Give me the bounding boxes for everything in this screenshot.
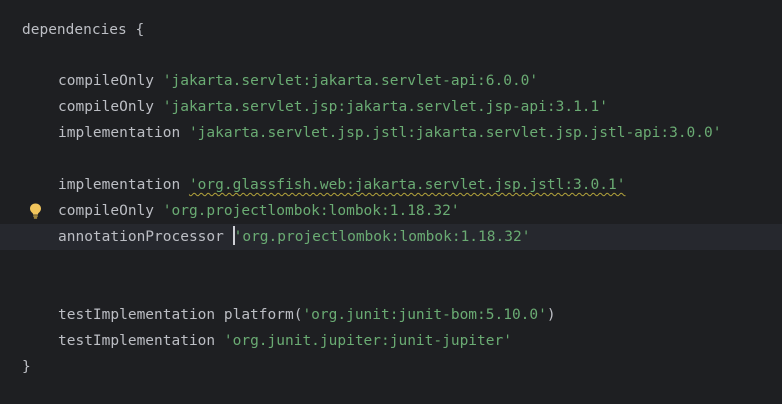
code-line-annotation-processor[interactable]: annotationProcessor 'org.projectlombok:l… — [0, 224, 782, 250]
code-text: implementation 'jakarta.servlet.jsp.jstl… — [58, 120, 721, 146]
code-line-test-platform[interactable]: testImplementation platform('org.junit:j… — [0, 302, 782, 328]
dependency-string: 'org.projectlombok:lombok:1.18.32' — [233, 229, 531, 245]
code-text: } — [22, 354, 31, 380]
close-brace: } — [22, 359, 31, 375]
code-text: dependencies { — [22, 17, 144, 43]
code-line-test-jupiter[interactable]: testImplementation 'org.junit.jupiter:ju… — [0, 328, 782, 354]
code-line-impl-jstl-api[interactable]: implementation 'jakarta.servlet.jsp.jstl… — [0, 120, 782, 146]
code-editor[interactable]: dependencies { compileOnly 'jakarta.serv… — [0, 0, 782, 404]
code-text: compileOnly 'jakarta.servlet.jsp:jakarta… — [58, 94, 608, 120]
code-text: annotationProcessor 'org.projectlombok:l… — [58, 224, 530, 250]
open-brace: { — [126, 22, 145, 38]
code-line-dependencies-close[interactable]: } — [0, 354, 782, 380]
method-name: testImplementation platform( — [58, 307, 303, 323]
code-line-compile-lombok[interactable]: compileOnly 'org.projectlombok:lombok:1.… — [0, 198, 782, 224]
code-line-dependencies-open[interactable]: dependencies { — [0, 17, 782, 43]
dependency-string: 'org.junit:junit-bom:5.10.0' — [302, 307, 547, 323]
code-text: implementation 'org.glassfish.web:jakart… — [58, 172, 625, 198]
code-text: testImplementation platform('org.junit:j… — [58, 302, 556, 328]
method-name: compileOnly — [58, 203, 163, 219]
code-text: testImplementation 'org.junit.jupiter:ju… — [58, 328, 512, 354]
close-paren: ) — [546, 307, 556, 323]
code-line-compile-jsp[interactable]: compileOnly 'jakarta.servlet.jsp:jakarta… — [0, 94, 782, 120]
code-text: compileOnly 'org.projectlombok:lombok:1.… — [58, 198, 460, 224]
method-name: annotationProcessor — [58, 229, 233, 245]
dependency-string: 'jakarta.servlet.jsp:jakarta.servlet.jsp… — [162, 99, 608, 115]
method-name: testImplementation — [58, 333, 224, 349]
dependency-string: 'jakarta.servlet:jakarta.servlet-api:6.0… — [162, 73, 539, 89]
method-name: implementation — [58, 125, 189, 141]
dependency-string-warning[interactable]: 'org.glassfish.web:jakarta.servlet.jsp.j… — [189, 177, 626, 193]
code-line-impl-glassfish[interactable]: implementation 'org.glassfish.web:jakart… — [0, 172, 782, 198]
dependency-string: 'jakarta.servlet.jsp.jstl:jakarta.servle… — [188, 125, 722, 141]
dependency-string: 'org.junit.jupiter:junit-jupiter' — [223, 333, 512, 349]
dependency-string: 'org.projectlombok:lombok:1.18.32' — [162, 203, 460, 219]
code-text: compileOnly 'jakarta.servlet:jakarta.ser… — [58, 68, 538, 94]
dependencies-keyword: dependencies — [22, 22, 127, 38]
method-name: compileOnly — [58, 73, 163, 89]
code-line-compile-servlet[interactable]: compileOnly 'jakarta.servlet:jakarta.ser… — [0, 68, 782, 94]
lightbulb-icon[interactable] — [29, 203, 42, 219]
method-name: compileOnly — [58, 99, 163, 115]
method-name: implementation — [58, 177, 189, 193]
